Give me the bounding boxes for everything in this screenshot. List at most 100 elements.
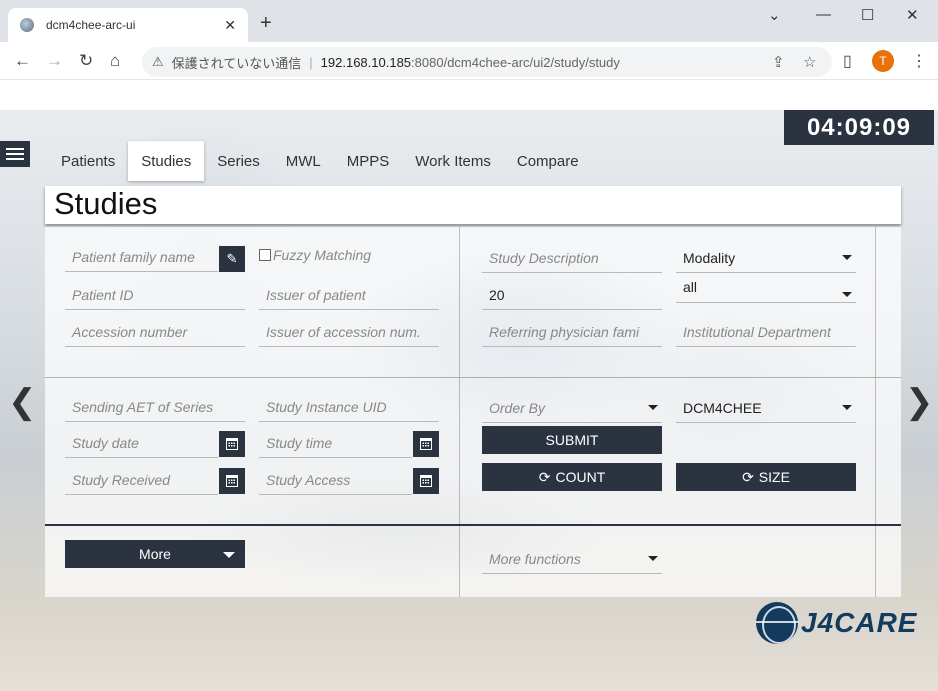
checkbox-box[interactable]: [259, 249, 271, 261]
browser-tab[interactable]: dcm4chee-arc-ui ✕: [8, 8, 248, 42]
chevron-down-icon: [842, 255, 852, 260]
study-date-input[interactable]: Study date: [65, 428, 218, 458]
server-clock: 04:09:09: [784, 110, 934, 145]
back-icon[interactable]: ←: [14, 51, 31, 71]
chevron-down-icon: [842, 292, 852, 297]
study-date-picker-button[interactable]: [219, 431, 245, 457]
issuer-of-patient-input[interactable]: Issuer of patient: [259, 280, 439, 310]
chevron-down-icon: [648, 405, 658, 410]
chevron-down-icon: [223, 552, 235, 558]
aet-select[interactable]: DCM4CHEE: [676, 393, 856, 423]
profile-avatar[interactable]: T: [872, 50, 894, 72]
page-title-box: Studies: [45, 186, 901, 224]
more-functions-select[interactable]: More functions: [482, 544, 662, 574]
new-tab-button[interactable]: +: [260, 12, 272, 35]
section-divider-dark: [45, 524, 901, 526]
next-arrow-icon[interactable]: ❯: [905, 382, 934, 422]
browser-titlebar: dcm4chee-arc-ui ✕ + ⌄ — ☐ ✕: [0, 0, 938, 42]
pencil-icon: ✎: [226, 251, 238, 266]
home-icon[interactable]: ⌂: [110, 51, 120, 71]
reload-icon[interactable]: ↻: [79, 51, 93, 71]
count-label: COUNT: [555, 469, 606, 485]
study-received-input[interactable]: Study Received: [65, 465, 218, 495]
main-nav-tabs: Patients Studies Series MWL MPPS Work It…: [48, 141, 592, 181]
edit-name-button[interactable]: ✎: [219, 246, 245, 272]
calendar-icon: [226, 475, 238, 487]
share-icon[interactable]: ⇪: [772, 53, 785, 71]
order-by-label: Order By: [489, 399, 546, 416]
minimize-icon[interactable]: —: [816, 6, 831, 23]
study-description-input[interactable]: Study Description: [482, 243, 662, 273]
more-button[interactable]: More: [65, 540, 245, 568]
hamburger-menu-button[interactable]: [0, 141, 30, 167]
prev-arrow-icon[interactable]: ❮: [8, 382, 37, 422]
warning-icon: ⚠: [152, 54, 164, 69]
all-select[interactable]: all: [676, 273, 856, 303]
all-select-label: all: [683, 279, 698, 295]
maximize-icon[interactable]: ☐: [861, 6, 874, 24]
tab-search-icon[interactable]: ⌄: [768, 6, 781, 24]
study-time-input[interactable]: Study time: [259, 428, 412, 458]
modality-select[interactable]: Modality: [676, 243, 856, 273]
study-access-input[interactable]: Study Access: [259, 465, 412, 495]
order-by-select[interactable]: Order By: [482, 393, 662, 423]
calendar-icon: [420, 475, 432, 487]
study-instance-uid-input[interactable]: Study Instance UID: [259, 392, 439, 422]
panel-divider-right: [875, 227, 876, 597]
section-divider: [45, 377, 901, 378]
patient-family-name-input[interactable]: Patient family name: [65, 242, 218, 272]
size-label: SIZE: [758, 469, 790, 485]
study-received-picker-button[interactable]: [219, 468, 245, 494]
forward-icon[interactable]: →: [46, 51, 63, 71]
sending-aet-input[interactable]: Sending AET of Series: [65, 392, 245, 422]
tab-patients[interactable]: Patients: [48, 141, 128, 181]
chevron-down-icon: [648, 556, 658, 561]
more-functions-label: More functions: [489, 550, 581, 567]
tab-compare[interactable]: Compare: [504, 141, 592, 181]
count-button[interactable]: ⟳ COUNT: [482, 463, 662, 491]
tab-series[interactable]: Series: [204, 141, 273, 181]
address-host: 192.168.10.185: [320, 54, 412, 70]
tab-title: dcm4chee-arc-ui: [46, 18, 136, 32]
institutional-department-input[interactable]: Institutional Department: [676, 317, 856, 347]
tab-studies[interactable]: Studies: [128, 141, 205, 181]
globe-icon: [756, 602, 798, 644]
favicon-icon: [20, 18, 34, 32]
calendar-icon: [226, 438, 238, 450]
side-panel-icon[interactable]: ▯: [843, 51, 852, 71]
tab-mwl[interactable]: MWL: [273, 141, 334, 181]
fuzzy-matching-checkbox[interactable]: Fuzzy Matching: [259, 247, 371, 263]
j4care-logo: J4CARE: [756, 602, 917, 644]
refresh-icon: ⟳: [742, 468, 754, 485]
app-area: 04:09:09 Patients Studies Series MWL MPP…: [0, 110, 938, 691]
address-bar[interactable]: ⚠ 保護されていない通信 | 192.168.10.185 :8080/dcm4…: [142, 47, 832, 77]
panel-divider: [459, 227, 460, 597]
bookmark-star-icon[interactable]: ☆: [803, 53, 816, 71]
tab-close-icon[interactable]: ✕: [224, 17, 236, 34]
filter-panel: Patient family name ✎ Fuzzy Matching Pat…: [45, 227, 901, 597]
patient-id-input[interactable]: Patient ID: [65, 280, 245, 310]
tab-work-items[interactable]: Work Items: [402, 141, 504, 181]
security-label: 保護されていない通信: [171, 55, 302, 71]
address-path: :8080/dcm4chee-arc/ui2/study/study: [411, 54, 620, 70]
more-label: More: [139, 546, 171, 562]
calendar-icon: [420, 438, 432, 450]
study-access-picker-button[interactable]: [413, 468, 439, 494]
submit-button[interactable]: SUBMIT: [482, 426, 662, 454]
limit-input[interactable]: 20: [482, 280, 662, 310]
browser-menu-icon[interactable]: ⋮: [911, 51, 927, 71]
size-button[interactable]: ⟳ SIZE: [676, 463, 856, 491]
submit-label: SUBMIT: [545, 432, 599, 448]
fuzzy-matching-label: Fuzzy Matching: [273, 247, 372, 263]
aet-select-label: DCM4CHEE: [683, 399, 762, 416]
issuer-of-accession-input[interactable]: Issuer of accession num.: [259, 317, 439, 347]
tab-mpps[interactable]: MPPS: [334, 141, 403, 181]
page-title: Studies: [54, 186, 158, 221]
accession-number-input[interactable]: Accession number: [65, 317, 245, 347]
chevron-down-icon: [842, 405, 852, 410]
referring-physician-input[interactable]: Referring physician fami: [482, 317, 662, 347]
address-separator: |: [309, 54, 313, 70]
logo-text: J4CARE: [801, 607, 918, 638]
close-window-icon[interactable]: ✕: [906, 6, 919, 24]
study-time-picker-button[interactable]: [413, 431, 439, 457]
